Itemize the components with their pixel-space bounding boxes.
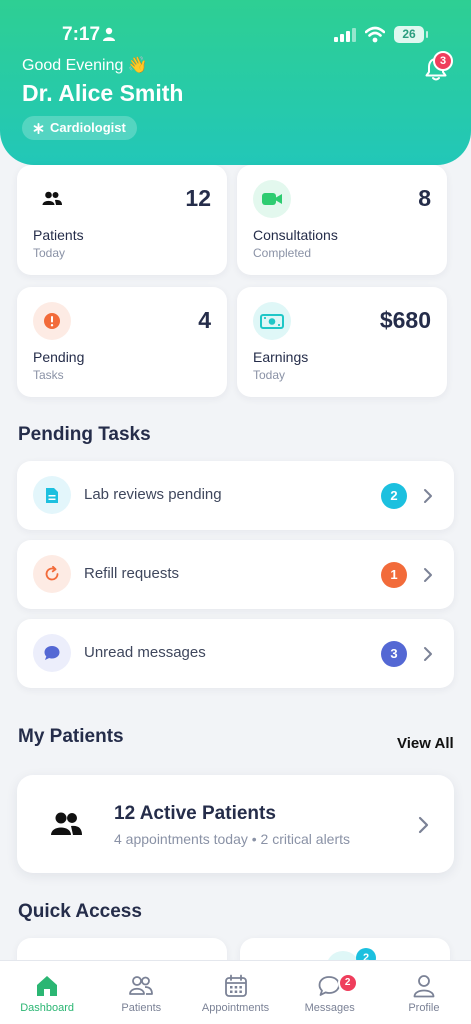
- pending-tasks-heading: Pending Tasks: [18, 424, 151, 445]
- nav-messages[interactable]: Messages 2: [283, 961, 377, 1024]
- view-all-link[interactable]: View All: [397, 735, 454, 752]
- nav-appointments[interactable]: Appointments: [188, 961, 282, 1024]
- stat-sublabel: Today: [33, 246, 66, 260]
- task-count-badge: 3: [381, 641, 407, 667]
- stat-card-earnings[interactable]: $680 Earnings Today: [237, 287, 447, 397]
- nav-label: Dashboard: [20, 1002, 75, 1014]
- task-row-lab-reviews[interactable]: Lab reviews pending 2: [17, 461, 454, 530]
- task-count-badge: 2: [381, 483, 407, 509]
- refresh-icon: [33, 555, 71, 593]
- stat-sublabel: Tasks: [33, 368, 64, 382]
- specialty-badge: Cardiologist: [22, 116, 137, 140]
- stat-card-patients[interactable]: 12 Patients Today: [17, 165, 227, 275]
- bottom-navigation: Dashboard Patients Appointments Messages…: [0, 960, 471, 1024]
- chevron-right-icon: [424, 489, 432, 503]
- task-label: Lab reviews pending: [84, 486, 222, 503]
- chat-icon: [33, 634, 71, 672]
- stat-label: Patients: [33, 227, 84, 243]
- profile-icon: [413, 975, 435, 998]
- active-patients-card[interactable]: 12 Active Patients 4 appointments today …: [17, 775, 454, 873]
- document-icon: [33, 476, 71, 514]
- calendar-icon: [224, 974, 247, 997]
- nav-label: Appointments: [201, 1002, 270, 1014]
- stat-value: 12: [185, 185, 211, 211]
- nav-label: Patients: [121, 1002, 162, 1014]
- task-label: Unread messages: [84, 644, 206, 661]
- person-status-icon: [103, 27, 115, 41]
- nav-label: Messages: [304, 1002, 355, 1014]
- doctor-name: Dr. Alice Smith: [22, 80, 184, 106]
- nav-patients[interactable]: Patients: [94, 961, 188, 1024]
- greeting-text: Good Evening 👋: [22, 57, 148, 74]
- stat-value: $680: [379, 307, 431, 333]
- battery-icon: 26: [394, 26, 428, 43]
- video-icon: [253, 180, 291, 218]
- wifi-icon: [365, 26, 385, 43]
- patients-icon: [33, 180, 71, 218]
- nav-profile[interactable]: Profile: [377, 961, 471, 1024]
- nav-label: Profile: [408, 1002, 440, 1014]
- status-bar: 7:17 26: [0, 20, 471, 50]
- task-row-refill-requests[interactable]: Refill requests 1: [17, 540, 454, 609]
- active-patients-summary: 4 appointments today • 2 critical alerts: [114, 831, 351, 847]
- patients-icon: [129, 976, 154, 995]
- chevron-right-icon: [418, 816, 429, 834]
- stat-card-pending[interactable]: 4 Pending Tasks: [17, 287, 227, 397]
- stat-sublabel: Today: [253, 368, 286, 382]
- task-row-unread-messages[interactable]: Unread messages 3: [17, 619, 454, 688]
- active-patients-title: 12 Active Patients: [114, 803, 276, 824]
- messages-count-badge: 2: [337, 973, 358, 993]
- stat-label: Pending: [33, 349, 85, 365]
- money-icon: [253, 302, 291, 340]
- nav-dashboard[interactable]: Dashboard: [0, 961, 94, 1024]
- specialty-label: Cardiologist: [50, 120, 126, 135]
- stat-sublabel: Completed: [253, 246, 312, 260]
- alert-icon: [33, 302, 71, 340]
- stat-value: 8: [418, 185, 431, 211]
- chevron-right-icon: [424, 568, 432, 582]
- stat-label: Earnings: [253, 349, 309, 365]
- my-patients-heading: My Patients: [18, 726, 124, 747]
- stat-label: Consultations: [253, 227, 338, 243]
- cellular-signal-icon: [334, 28, 356, 42]
- home-icon: [37, 976, 58, 996]
- task-count-badge: 1: [381, 562, 407, 588]
- patients-group-icon: [51, 812, 82, 835]
- notification-badge: 3: [433, 51, 453, 71]
- asterisk-icon: [33, 122, 44, 134]
- chevron-right-icon: [424, 647, 432, 661]
- header-banner: 7:17 26 Good Evening 👋 Dr. Alice Smith C…: [0, 0, 471, 165]
- stat-value: 4: [198, 307, 211, 333]
- quick-access-heading: Quick Access: [18, 901, 142, 922]
- stat-card-consultations[interactable]: 8 Consultations Completed: [237, 165, 447, 275]
- task-label: Refill requests: [84, 565, 180, 582]
- status-time: 7:17: [62, 24, 101, 45]
